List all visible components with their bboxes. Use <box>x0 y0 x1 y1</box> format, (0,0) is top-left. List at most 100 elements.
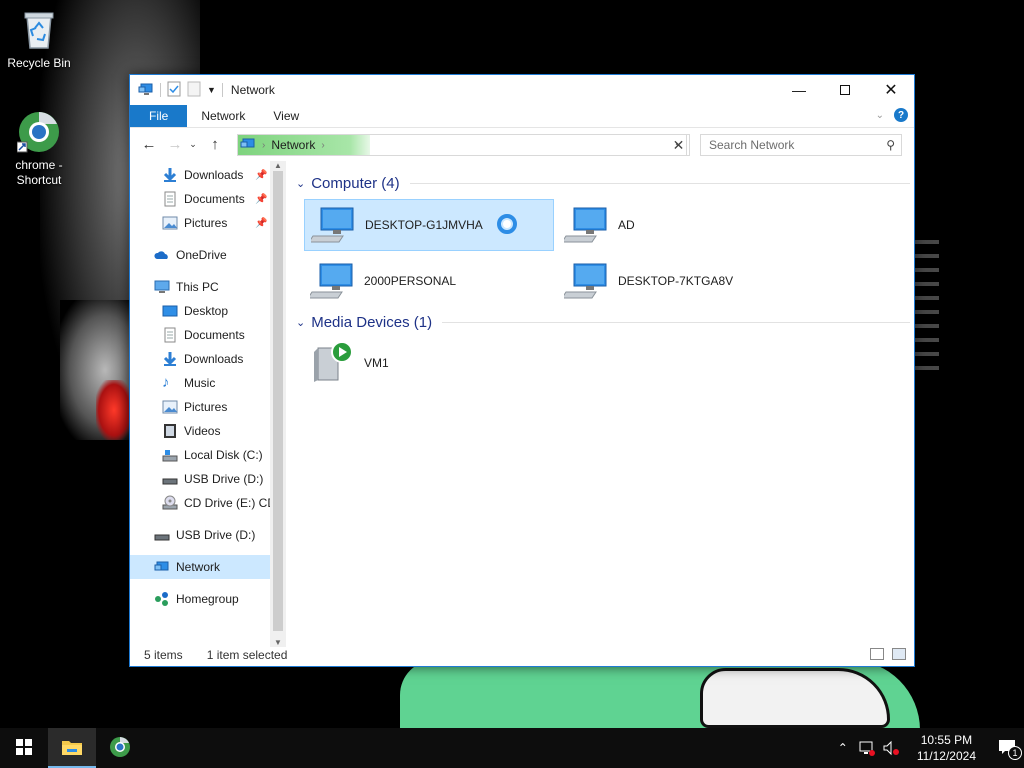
computer-icon <box>307 258 356 304</box>
recent-locations-button[interactable]: ⌄ <box>186 134 200 156</box>
desktop-icon-chrome-shortcut[interactable]: chrome - Shortcut <box>1 110 77 188</box>
nav-item-this-pc[interactable]: This PC <box>130 275 270 299</box>
desktop-icon-recycle-bin[interactable]: Recycle Bin <box>1 8 77 71</box>
minimize-button[interactable]: — <box>776 75 822 105</box>
collapse-chevron-icon[interactable]: ⌄ <box>296 177 305 190</box>
window-title: Network <box>230 83 275 97</box>
nav-item-network[interactable]: Network <box>130 555 270 579</box>
tab-file[interactable]: File <box>130 105 188 127</box>
details-view-icon[interactable] <box>870 648 884 660</box>
chrome-icon <box>109 736 131 761</box>
nav-item-downloads-pinned[interactable]: Downloads 📌 <box>130 163 270 187</box>
nav-item-label: Documents <box>184 192 245 206</box>
network-computer-tile[interactable]: DESKTOP-G1JMVHA <box>304 199 554 251</box>
scroll-up-icon[interactable]: ▲ <box>274 161 282 170</box>
nav-item-label: USB Drive (D:) <box>184 472 264 486</box>
group-divider <box>442 322 910 323</box>
qat-dropdown-icon[interactable]: ▼ <box>207 85 216 95</box>
tab-view[interactable]: View <box>259 105 313 127</box>
breadcrumb-separator-icon[interactable]: › <box>262 140 265 151</box>
collapse-chevron-icon[interactable]: ⌄ <box>296 316 305 329</box>
search-icon: ⚲ <box>886 138 895 152</box>
group-header-label: Media Devices (1) <box>311 314 433 331</box>
forward-button[interactable]: → <box>164 134 186 156</box>
usb-drive-icon <box>154 527 170 543</box>
expand-ribbon-icon[interactable]: ⌄ <box>876 110 884 121</box>
help-icon[interactable]: ? <box>894 108 908 122</box>
search-input[interactable]: Search Network ⚲ <box>700 134 902 156</box>
maximize-button[interactable] <box>822 75 868 105</box>
tab-network[interactable]: Network <box>187 105 259 127</box>
tile-name: 2000PERSONAL <box>364 274 457 288</box>
back-button[interactable]: ← <box>138 134 160 156</box>
computer-icon <box>561 258 610 304</box>
nav-item-label: Pictures <box>184 216 228 230</box>
view-toggle-group <box>870 648 906 660</box>
nav-item-desktop[interactable]: Desktop <box>130 299 270 323</box>
properties-icon[interactable] <box>167 81 181 100</box>
group-header-computer[interactable]: ⌄ Computer (4) <box>296 175 910 192</box>
nav-item-label: CD Drive (E:) CD <box>184 496 276 510</box>
breadcrumb-network[interactable]: Network <box>271 138 315 152</box>
action-center-button[interactable]: 1 <box>990 739 1024 760</box>
documents-icon <box>162 191 178 207</box>
media-device-tile[interactable]: VM1 <box>304 337 554 389</box>
nav-item-videos[interactable]: Videos <box>130 419 270 443</box>
pin-icon[interactable]: 📌 <box>255 170 267 181</box>
navigation-pane: Downloads 📌 Documents 📌 Pictures 📌 OneDr… <box>130 161 286 647</box>
nav-item-onedrive[interactable]: OneDrive <box>130 243 270 267</box>
qat-separator <box>221 83 223 97</box>
address-row: ← → ⌄ ↑ › Network › ⌄ ✕ Search Network ⚲ <box>130 127 914 161</box>
large-icons-view-icon[interactable] <box>892 648 906 660</box>
address-bar[interactable]: › Network › ⌄ <box>237 134 687 156</box>
nav-item-pictures[interactable]: Pictures <box>130 395 270 419</box>
nav-item-downloads[interactable]: Downloads <box>130 347 270 371</box>
status-item-count: 5 items <box>144 648 183 662</box>
window-controls: — ✕ <box>776 75 914 105</box>
pin-icon[interactable]: 📌 <box>255 218 267 229</box>
show-hidden-icons-chevron-icon[interactable]: ⌃ <box>831 741 855 755</box>
close-icon: ✕ <box>884 82 898 99</box>
group-header-media-devices[interactable]: ⌄ Media Devices (1) <box>296 314 910 331</box>
close-button[interactable]: ✕ <box>868 75 914 105</box>
pin-icon[interactable]: 📌 <box>255 194 267 205</box>
nav-item-usb-drive-d[interactable]: USB Drive (D:) <box>130 467 270 491</box>
clock[interactable]: 10:55 PM 11/12/2024 <box>903 732 990 764</box>
nav-item-documents-pinned[interactable]: Documents 📌 <box>130 187 270 211</box>
recycle-bin-icon <box>17 8 61 52</box>
ribbon-right-controls: ⌄ ? <box>876 108 908 122</box>
scrollbar-thumb[interactable] <box>273 171 283 631</box>
network-status-icon[interactable] <box>855 740 879 756</box>
quick-access-toolbar: ▼ <box>130 81 223 100</box>
loading-spinner-icon <box>496 213 517 237</box>
wallpaper-white-shape <box>700 668 890 728</box>
nav-item-cd-drive-e[interactable]: CD Drive (E:) CD <box>130 491 276 515</box>
navpane-scrollbar[interactable]: ▲ ▼ <box>270 161 286 647</box>
videos-icon <box>162 423 178 439</box>
desktop-folder-icon <box>162 303 178 319</box>
homegroup-icon <box>154 591 170 607</box>
stop-loading-button[interactable]: ✕ <box>668 134 690 156</box>
taskbar-file-explorer[interactable] <box>48 728 96 768</box>
nav-item-usb-drive-d-root[interactable]: USB Drive (D:) <box>130 523 270 547</box>
media-server-icon <box>310 340 356 386</box>
up-button[interactable]: ↑ <box>204 134 226 156</box>
nav-item-music[interactable]: ♪ Music <box>130 371 270 395</box>
taskbar-chrome[interactable] <box>96 728 144 768</box>
nav-item-homegroup[interactable]: Homegroup <box>130 587 270 611</box>
start-button[interactable] <box>0 728 48 768</box>
network-computer-tile[interactable]: AD <box>558 199 808 251</box>
network-computer-tile[interactable]: 2000PERSONAL <box>304 255 554 307</box>
nav-item-local-disk-c[interactable]: Local Disk (C:) <box>130 443 270 467</box>
volume-muted-icon[interactable] <box>879 740 903 756</box>
nav-item-label: Local Disk (C:) <box>184 448 263 462</box>
tile-name: DESKTOP-G1JMVHA <box>365 218 483 232</box>
nav-item-documents[interactable]: Documents <box>130 323 270 347</box>
content-pane: ⌄ Computer (4) DESKTOP-G1JMVHA AD 2000PE… <box>290 161 910 647</box>
network-computer-tile[interactable]: DESKTOP-7KTGA8V <box>558 255 808 307</box>
new-folder-icon[interactable] <box>187 81 201 100</box>
nav-item-pictures-pinned[interactable]: Pictures 📌 <box>130 211 270 235</box>
group-divider <box>409 183 910 184</box>
title-bar[interactable]: ▼ Network — ✕ <box>130 75 914 105</box>
breadcrumb-separator-icon[interactable]: › <box>321 140 324 151</box>
